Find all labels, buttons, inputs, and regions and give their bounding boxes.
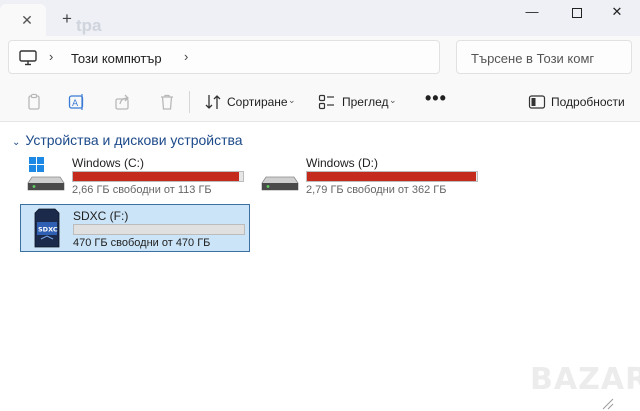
delete-icon[interactable] — [158, 93, 176, 111]
drive-name: Windows (D:) — [306, 156, 379, 170]
search-input[interactable]: Търсене в Този комг — [456, 40, 632, 74]
ghost-tab-text: tpa — [76, 16, 102, 35]
drive-free-space: 2,79 ГБ свободни от 362 ГБ — [306, 184, 447, 196]
chevron-right-icon[interactable]: › — [49, 49, 53, 64]
usage-bar — [73, 224, 245, 235]
watermark: BAZAR — [530, 362, 640, 397]
title-bar: ✕ + tpa — ✕ — [0, 0, 640, 36]
chevron-down-icon[interactable]: ⌄ — [12, 137, 20, 148]
copy-icon[interactable] — [25, 93, 43, 111]
command-bar: A Сортиране ⌄ Преглед ⌄ ••• Подробности — [0, 82, 640, 122]
usage-bar-fill — [73, 172, 239, 181]
rename-icon[interactable]: A — [68, 93, 86, 111]
resize-grip-icon[interactable] — [600, 398, 614, 410]
drive-free-space: 2,66 ГБ свободни от 113 ГБ — [72, 184, 212, 196]
usage-bar — [72, 171, 244, 182]
close-window-button[interactable]: ✕ — [602, 2, 632, 22]
sort-button[interactable]: Сортиране — [227, 95, 288, 109]
maximize-icon — [572, 7, 582, 18]
chevron-down-icon[interactable]: ⌄ — [389, 95, 397, 106]
tab-this-pc[interactable]: ✕ — [0, 4, 46, 36]
svg-text:A: A — [72, 99, 79, 109]
divider — [189, 91, 190, 113]
share-icon[interactable] — [114, 93, 132, 111]
sd-card-icon: SDXC — [34, 208, 60, 248]
computer-icon — [19, 50, 37, 66]
more-options-button[interactable]: ••• — [425, 88, 447, 109]
drive-free-space: 470 ГБ свободни от 470 ГБ — [73, 237, 211, 249]
chevron-down-icon[interactable]: ⌄ — [288, 95, 296, 106]
usage-bar — [306, 171, 478, 182]
minimize-button[interactable]: — — [517, 2, 547, 22]
drive-item-c[interactable]: Windows (C:) 2,66 ГБ свободни от 113 ГБ — [20, 152, 250, 200]
group-title: Устройства и дискови устройства — [25, 132, 243, 148]
drive-item-f[interactable]: SDXC SDXC (F:) 470 ГБ свободни от 470 ГБ — [20, 204, 250, 252]
breadcrumb-this-pc[interactable]: Този компютър — [71, 51, 162, 66]
details-button[interactable]: Подробности — [551, 95, 625, 109]
drive-name: Windows (C:) — [72, 156, 145, 170]
sort-icon[interactable] — [204, 93, 222, 111]
close-icon[interactable]: ✕ — [20, 13, 34, 27]
hard-drive-icon — [261, 176, 299, 191]
drive-item-d[interactable]: Windows (D:) 2,79 ГБ свободни от 362 ГБ — [254, 152, 484, 200]
chevron-right-icon[interactable]: › — [184, 49, 188, 64]
details-pane-icon[interactable] — [528, 93, 546, 111]
group-header[interactable]: ⌄ Устройства и дискови устройства — [12, 132, 243, 148]
drive-name: SDXC (F:) — [73, 209, 129, 223]
windows-drive-icon — [27, 157, 65, 191]
plus-icon[interactable]: + — [58, 10, 76, 28]
view-button[interactable]: Преглед — [342, 95, 389, 109]
address-bar[interactable]: › Този компютър › — [8, 40, 440, 74]
maximize-button[interactable] — [562, 2, 592, 22]
address-row: › Този компютър › Търсене в Този комг — [0, 36, 640, 82]
view-icon[interactable] — [318, 93, 336, 111]
sd-card-label: SDXC — [38, 226, 58, 234]
usage-bar-fill — [307, 172, 476, 181]
